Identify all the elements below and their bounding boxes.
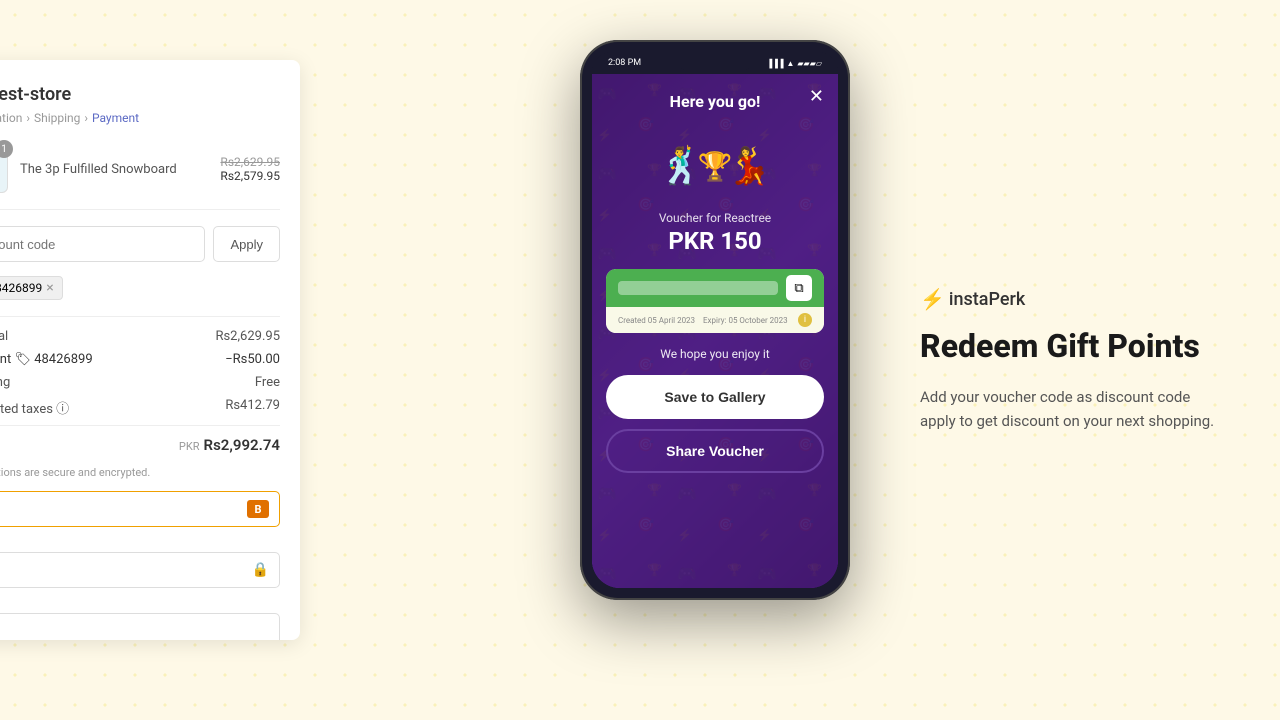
voucher-code-row: ⧉	[606, 269, 824, 307]
modal-header: Here you go! ✕	[592, 74, 838, 121]
shipping-line: Shipping Free	[0, 375, 280, 390]
product-thumbnail: 1	[0, 145, 8, 193]
redeem-description: Add your voucher code as discount code a…	[920, 385, 1220, 433]
discount-tag: 🏷 48426899 ×	[0, 276, 63, 300]
voucher-copy-button[interactable]: ⧉	[786, 275, 812, 301]
breadcrumb-information: Information	[0, 111, 22, 125]
product-quantity-badge: 1	[0, 140, 13, 158]
save-to-gallery-button[interactable]: Save to Gallery	[606, 375, 824, 419]
instaperk-logo: ⚡ instaPerk	[920, 287, 1220, 311]
status-icons: ▐▐▐ ▲ ▰▰▰▱	[766, 59, 822, 68]
payment-icon-b: B	[247, 500, 269, 518]
voucher-amount: PKR 150	[592, 227, 838, 255]
modal-close-button[interactable]: ✕	[809, 88, 824, 106]
shipping-label: Shipping	[0, 375, 10, 390]
modal-title: Here you go!	[670, 92, 761, 111]
battery-icon: ▰▰▰▱	[797, 59, 822, 68]
taxes-line: Estimated taxes ⓘ Rs412.79	[0, 398, 280, 417]
card-number-label: number	[0, 535, 280, 548]
price-original: Rs2,629.95	[220, 155, 280, 169]
discount-code-row: Apply	[0, 226, 280, 262]
status-time: 2:08 PM	[608, 58, 641, 68]
taxes-value: Rs412.79	[225, 398, 280, 417]
voucher-for-label: Voucher for Reactree	[592, 211, 838, 225]
apply-button[interactable]: Apply	[213, 226, 280, 262]
figure-right: 💃	[726, 145, 771, 187]
product-prices: Rs2,629.95 Rs2,579.95	[220, 155, 280, 183]
price-sale: Rs2,579.95	[220, 169, 280, 183]
discount-label: Discount 🏷 48426899	[0, 352, 93, 367]
discount-value: −Rs50.00	[225, 352, 280, 367]
tag-remove-button[interactable]: ×	[46, 280, 53, 296]
expiry-date: Expiry: 05 October 2023	[703, 316, 788, 325]
subtotal-value: Rs2,629.95	[215, 329, 280, 344]
card-number-field[interactable]: 🔒	[0, 552, 280, 588]
product-name: The 3p Fulfilled Snowboard	[20, 162, 208, 177]
created-date: Created 05 April 2023	[618, 316, 695, 325]
payment-field[interactable]: B	[0, 491, 280, 527]
redeem-title: Redeem Gift Points	[920, 327, 1220, 365]
status-bar: 2:08 PM ▐▐▐ ▲ ▰▰▰▱	[592, 52, 838, 74]
voucher-card: ⧉ Created 05 April 2023 Expiry: 05 Octob…	[606, 269, 824, 333]
phone-screen: Here you go! ✕ 🕺 🏆 💃 Voucher for Reactre…	[592, 74, 838, 588]
breadcrumb-shipping: Shipping	[34, 111, 80, 125]
tag-value: 48426899	[0, 281, 42, 295]
shipping-value: Free	[255, 375, 280, 390]
signal-icon: ▐▐▐	[766, 59, 783, 68]
modal-overlay: Here you go! ✕ 🕺 🏆 💃 Voucher for Reactre…	[592, 74, 838, 588]
subtotal-line: Subtotal Rs2,629.95	[0, 329, 280, 344]
discount-line: Discount 🏷 48426899 −Rs50.00	[0, 352, 280, 367]
discount-code-input[interactable]	[0, 226, 205, 262]
card-name-label: n card	[0, 596, 280, 609]
brand-panel: ⚡ instaPerk Redeem Gift Points Add your …	[920, 287, 1220, 433]
total-value: PKRRs2,992.74	[179, 436, 280, 454]
order-summary: Subtotal Rs2,629.95 Discount 🏷 48426899 …	[0, 316, 280, 454]
subtotal-label: Subtotal	[0, 329, 8, 344]
phone-screen-inner: Here you go! ✕ 🕺 🏆 💃 Voucher for Reactre…	[592, 74, 838, 588]
breadcrumb-payment: Payment	[92, 111, 139, 125]
voucher-info-icon[interactable]: i	[798, 313, 812, 327]
taxes-label: Estimated taxes ⓘ	[0, 398, 69, 417]
celebration-graphic: 🕺 🏆 💃	[592, 121, 838, 211]
phone-notch	[675, 52, 755, 70]
voucher-code-placeholder	[618, 281, 778, 295]
store-name: erk-test-store	[0, 84, 280, 105]
card-name-field[interactable]	[0, 613, 280, 640]
secure-text: Connections are secure and encrypted.	[0, 466, 280, 479]
voucher-meta: Created 05 April 2023 Expiry: 05 October…	[606, 307, 824, 333]
share-voucher-button[interactable]: Share Voucher	[606, 429, 824, 473]
phone-frame: 2:08 PM ▐▐▐ ▲ ▰▰▰▱ Here you go! ✕	[580, 40, 850, 600]
breadcrumb: Information › Shipping › Payment	[0, 111, 280, 125]
phone-mockup: 2:08 PM ▐▐▐ ▲ ▰▰▰▱ Here you go! ✕	[580, 40, 850, 680]
instaperk-text: instaPerk	[949, 288, 1025, 309]
lock-icon: 🔒	[252, 562, 269, 578]
wifi-icon: ▲	[786, 59, 794, 68]
voucher-dates: Created 05 April 2023 Expiry: 05 October…	[618, 316, 788, 325]
lightning-icon: ⚡	[920, 287, 945, 311]
checkout-card: erk-test-store Information › Shipping › …	[0, 60, 300, 640]
total-line: Total PKRRs2,992.74	[0, 425, 280, 454]
tag-row: 🏷 48426899 ×	[0, 276, 280, 300]
enjoy-text: We hope you enjoy it	[592, 347, 838, 361]
product-row: 1 The 3p Fulfilled Snowboard Rs2,629.95 …	[0, 145, 280, 210]
